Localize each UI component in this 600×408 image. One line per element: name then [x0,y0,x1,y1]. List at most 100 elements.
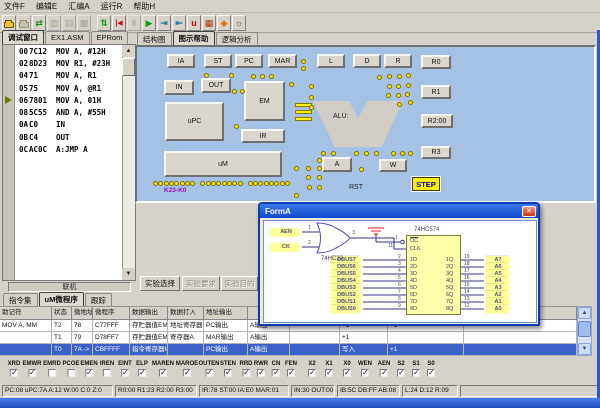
signal-checkbox[interactable]: ✓ [257,369,265,377]
step-over-icon[interactable]: ⇤ [172,15,186,31]
diagram-block-r3[interactable]: R3 [421,146,451,159]
diagram-block-in[interactable]: IN [164,80,194,95]
alu-shape[interactable] [313,101,403,147]
diagram-block-l[interactable]: L [317,54,345,68]
close-icon[interactable]: ✕ [522,206,536,217]
forma-titlebar[interactable]: FormA [260,204,538,218]
micro-step-icon[interactable]: u [187,15,201,31]
code-line[interactable]: 007C12MOV A, #12H [16,45,124,57]
assemble-icon[interactable]: ⇄ [32,15,46,31]
signal-checkbox[interactable]: ✓ [224,369,232,377]
signal-checkbox[interactable]: ✓ [343,369,351,377]
tab-diagram-0[interactable]: 结构图 [137,32,172,45]
forma-circuit-area: AENCKDBUS7A7DBUS6A6DBUS5A5DBUS4A4DBUS3A3… [263,220,537,323]
diagram-block-r0[interactable]: R0 [421,55,451,69]
diagram-block-ia[interactable]: IA [167,54,195,68]
signal-checkbox[interactable]: ✓ [28,369,36,377]
code-line[interactable]: 0575MOV A, @R1 [16,82,124,94]
code-scrollbar[interactable]: ▲ ▼ [122,45,135,280]
registers-icon[interactable]: ▦ [202,15,216,31]
signal-checkbox[interactable]: ✓ [205,369,213,377]
scroll-up-icon[interactable]: ▲ [122,45,135,57]
tab-debug-1[interactable]: EX1.ASM [45,31,90,44]
signal-x2: X2✓ [308,361,316,377]
scroll-down-icon[interactable]: ▼ [122,268,135,280]
code-scrollbar-thumb[interactable] [122,58,135,76]
net-a0[interactable]: A0 [485,305,511,314]
signal-checkbox[interactable] [103,369,111,377]
run-icon[interactable]: ▶ [142,15,156,31]
diagram-block-ir[interactable]: IR [241,129,285,143]
menu-item-0[interactable]: 文件F [4,1,25,12]
diagram-block-mar[interactable]: MAR [268,54,297,68]
diagram-block-em[interactable]: EM [244,81,285,121]
diagram-block-out[interactable]: OUT [201,78,231,93]
table-scrollbar-thumb[interactable] [578,321,591,337]
connect-icon[interactable]: ◆ [217,15,231,31]
code-line[interactable]: 067801MOV A, 01H [16,94,124,106]
net-ck[interactable]: CK [270,243,302,252]
table-row[interactable]: T07A ->CBFFFF指令寄存器IRPC输出A输出写入+1 [0,344,577,356]
diagram-block-um[interactable]: uM [164,151,282,177]
open-file-icon[interactable] [2,15,16,31]
exp-button-0[interactable]: 实验选择 [140,276,180,291]
signal-checkbox[interactable]: ✓ [85,369,93,377]
tab-debug-2[interactable]: EPRom [91,31,129,44]
menu-item-2[interactable]: 汇编A [68,1,89,12]
refresh-icon[interactable]: ⇅ [97,15,111,31]
tab-diagram-2[interactable]: 逻辑分析 [216,32,258,45]
signal-checkbox[interactable]: ✓ [121,369,129,377]
signal-checkbox[interactable]: ✓ [138,369,146,377]
signal-checkbox[interactable]: ✓ [308,369,316,377]
menu-item-3[interactable]: 运行R [101,1,123,12]
signal-checkbox[interactable] [67,369,75,377]
signal-checkbox[interactable]: ✓ [397,369,405,377]
tab-debug-0[interactable]: 调试窗口 [2,30,44,44]
diagram-block-r200[interactable]: R2:00 [421,114,453,128]
help-lamp-icon[interactable]: ☼ [232,15,246,31]
scroll-up-icon[interactable]: ▲ [578,307,591,319]
signal-checkbox[interactable]: ✓ [427,369,435,377]
code-machine-code: 8D23 [29,59,56,68]
tab-view-1[interactable]: uM微程序 [39,292,84,306]
signal-checkbox[interactable]: ✓ [287,369,295,377]
signal-checkbox[interactable]: ✓ [412,369,420,377]
diagram-block-r[interactable]: R [384,54,412,68]
signal-checkbox[interactable]: ✓ [272,369,280,377]
signal-checkbox[interactable]: ✓ [159,369,167,377]
diagram-block-upc[interactable]: uPC [165,102,224,141]
diagram-block-st[interactable]: ST [204,54,232,68]
signal-checkbox[interactable]: ✓ [10,369,18,377]
signal-checkbox[interactable]: ✓ [183,369,191,377]
code-line[interactable]: 0AC0IN [16,119,124,131]
net-aen[interactable]: AEN [270,228,302,237]
table-row[interactable]: T179D78FF7存贮器值EM寄存器AMAR输出A输出+1 [0,332,577,344]
signal-checkbox[interactable]: ✓ [361,369,369,377]
signal-checkbox[interactable] [48,369,56,377]
step-button[interactable]: STEP [412,177,440,191]
tab-view-2[interactable]: 跟踪 [85,293,112,306]
code-line[interactable]: 0BC4OUT [16,131,124,143]
diagram-block-d[interactable]: D [353,54,381,68]
tab-view-0[interactable]: 指令集 [3,293,38,306]
diagram-block-a[interactable]: A [322,157,352,172]
diagram-block-pc[interactable]: PC [235,54,263,68]
diagram-block-r1[interactable]: R1 [421,85,451,99]
code-line[interactable]: 0471MOV A, R1 [16,70,124,82]
tab-diagram-1[interactable]: 图示帮助 [173,31,215,45]
diagram-block-w[interactable]: W [379,159,407,172]
menu-item-1[interactable]: 编辑E [36,1,57,12]
menu-item-4[interactable]: 帮助H [133,1,155,12]
net-dbus0[interactable]: DBUS0 [330,305,363,314]
code-line[interactable]: 028D23MOV R1, #23H [16,57,124,69]
signal-checkbox[interactable]: ✓ [380,369,388,377]
code-line[interactable]: 085C55AND A, #55H [16,106,124,118]
code-line[interactable]: 0CAC0CA:JMP A [16,143,124,155]
reset-icon[interactable]: |◀ [112,15,126,31]
signal-checkbox[interactable]: ✓ [325,369,333,377]
signal-checkbox[interactable]: ✓ [242,369,250,377]
table-scrollbar[interactable]: ▲ ▼ [577,306,592,356]
step-into-icon[interactable]: ⇥ [157,15,171,31]
table-cell: D78FF7 [93,332,130,344]
scroll-down-icon[interactable]: ▼ [578,343,591,355]
